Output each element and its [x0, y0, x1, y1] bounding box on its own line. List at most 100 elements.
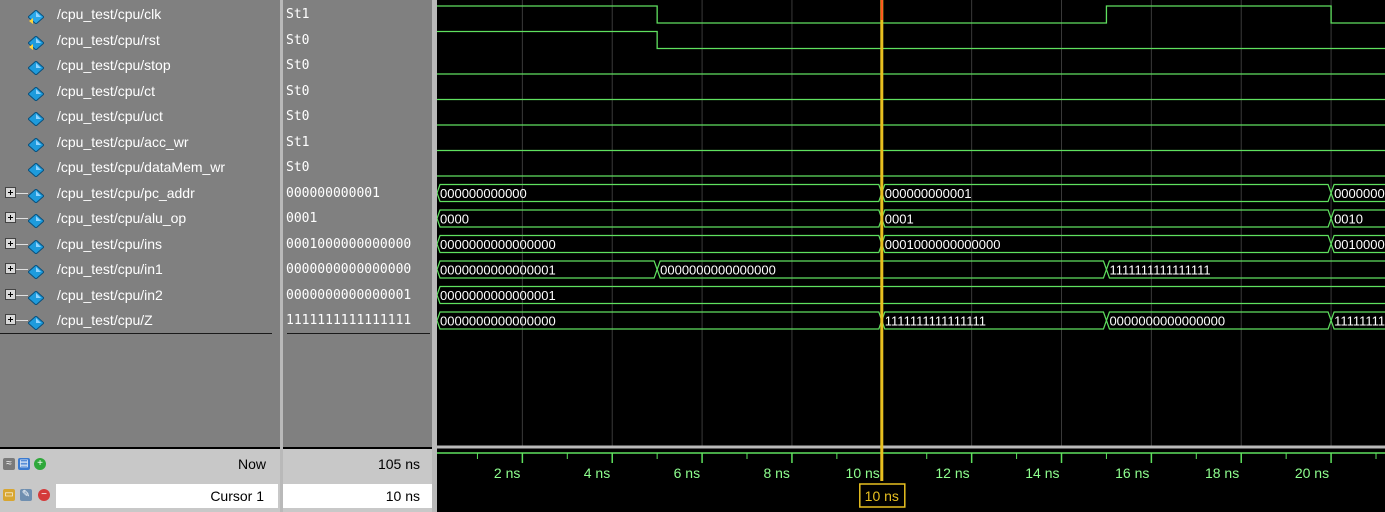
expand-icon[interactable] — [5, 237, 16, 249]
signal-row[interactable]: /cpu_test/cpu/in1 — [0, 257, 280, 282]
value-row[interactable]: 000000000001 — [283, 181, 432, 206]
signal-value: St1 — [286, 7, 310, 22]
value-row[interactable]: 0000000000000000 — [283, 257, 432, 282]
cursor-toolbar: ≈ ▤ + Now ▭ ✎ − Cursor 1 — [0, 449, 280, 512]
cursor-handle — [880, 0, 883, 20]
signal-name: /cpu_test/cpu/dataMem_wr — [57, 159, 226, 175]
edit-cursor-icon[interactable]: ✎ — [20, 489, 32, 501]
signal-value: St0 — [286, 109, 310, 124]
remove-cursor-icon[interactable]: − — [38, 489, 50, 501]
bus-value-label: 1111111111111111 — [1334, 314, 1385, 329]
signal-row[interactable]: /cpu_test/cpu/pc_addr — [0, 181, 280, 206]
signal-icon — [27, 263, 45, 280]
signal-value: 0001 — [286, 211, 318, 226]
bus-value-label: 000000000000 — [440, 186, 527, 201]
tree-branch — [16, 218, 28, 219]
signal-value: St0 — [286, 32, 310, 48]
tree-branch — [16, 320, 28, 321]
waveform-canvas[interactable]: 0000000000000000000000010000000000100000… — [437, 0, 1385, 512]
signal-clk-icon — [27, 8, 45, 25]
value-row[interactable]: 0000000000000001 — [283, 283, 432, 308]
lock-cursor-icon[interactable]: ▭ — [3, 489, 15, 501]
signal-icon — [27, 110, 45, 127]
cursor-value: 10 ns — [385, 488, 420, 504]
expand-icon[interactable] — [5, 212, 16, 223]
signal-icon — [27, 59, 45, 76]
signal-row[interactable]: /cpu_test/cpu/in2 — [0, 283, 280, 308]
tree-branch — [16, 243, 28, 245]
bus-value-label: 0010 — [1334, 212, 1363, 227]
axis-tick-label: 6 ns — [674, 465, 700, 481]
tree-branch — [16, 192, 28, 194]
axis-tick-label: 10 ns — [846, 465, 880, 481]
value-row[interactable]: St1 — [283, 2, 432, 27]
signal-row[interactable]: /cpu_test/cpu/uct — [0, 104, 280, 129]
signal-row[interactable]: /cpu_test/cpu/rst — [0, 28, 280, 53]
signal-icon — [27, 161, 45, 178]
signal-row[interactable]: /cpu_test/cpu/stop — [0, 53, 280, 78]
cursor-strip — [437, 482, 1385, 512]
now-row: ≈ ▤ + Now — [0, 449, 280, 480]
expand-icon[interactable] — [5, 314, 16, 325]
signal-icon — [27, 238, 45, 255]
bus-value-label: 0010000000000000 — [1334, 237, 1385, 252]
signal-row[interactable]: /cpu_test/cpu/ct — [0, 79, 280, 104]
signal-value: 0000000000000001 — [286, 287, 412, 303]
bus-value-label: 0001000000000000 — [885, 237, 1001, 252]
now-label: Now — [237, 456, 266, 472]
add-cursor-icon[interactable]: + — [34, 458, 46, 470]
signal-icon — [27, 85, 45, 102]
tree-branch — [16, 269, 28, 270]
signal-row[interactable]: /cpu_test/cpu/Z — [0, 308, 280, 333]
signal-row[interactable]: /cpu_test/cpu/dataMem_wr — [0, 155, 280, 180]
cursor-row: ▭ ✎ − Cursor 1 — [0, 480, 280, 511]
signal-name: /cpu_test/cpu/pc_addr — [57, 184, 195, 201]
bus-value-label: 0001 — [885, 212, 914, 227]
add-wave-icon[interactable]: ≈ — [3, 458, 15, 470]
signal-value: 0001000000000000 — [286, 236, 412, 252]
value-row[interactable]: St0 — [283, 79, 432, 104]
signal-icon — [27, 187, 45, 204]
value-row[interactable]: St0 — [283, 53, 432, 78]
expand-icon[interactable] — [5, 263, 16, 274]
zoom-full-icon[interactable]: ▤ — [18, 458, 30, 470]
now-value: 105 ns — [377, 456, 420, 472]
axis-tick-label: 20 ns — [1295, 465, 1329, 481]
bus-value-label: 1111111111111111 — [885, 314, 986, 329]
signal-name: /cpu_test/cpu/clk — [57, 6, 162, 22]
cursor-value-field[interactable]: 10 ns — [283, 484, 432, 508]
signal-name: /cpu_test/cpu/uct — [57, 108, 163, 124]
signal-row[interactable]: /cpu_test/cpu/acc_wr — [0, 130, 280, 155]
signal-icon — [27, 136, 45, 153]
signal-name: /cpu_test/cpu/rst — [57, 31, 160, 48]
expand-icon[interactable] — [5, 288, 16, 300]
bus-value-label: 0000000000000000 — [440, 314, 556, 329]
value-row[interactable]: St0 — [283, 28, 432, 53]
value-row[interactable]: 0001000000000000 — [283, 232, 432, 257]
signal-name: /cpu_test/cpu/in2 — [57, 286, 163, 303]
signal-row[interactable]: /cpu_test/cpu/alu_op — [0, 206, 280, 231]
signal-name: /cpu_test/cpu/ins — [57, 235, 163, 252]
bus-value-label: 000000000010 — [1334, 186, 1385, 201]
value-row[interactable]: St0 — [283, 155, 432, 180]
signal-value: St0 — [286, 58, 310, 73]
value-row[interactable]: St1 — [283, 130, 432, 155]
signal-rst-icon — [27, 34, 45, 51]
signal-value: 0000000000000000 — [286, 262, 412, 277]
signal-icon — [27, 212, 45, 229]
signal-row[interactable]: /cpu_test/cpu/clk — [0, 2, 280, 27]
axis-tick-label: 4 ns — [584, 465, 610, 481]
value-row[interactable]: 0001 — [283, 206, 432, 231]
axis-tick-label: 2 ns — [494, 465, 520, 481]
now-value-row: 105 ns — [283, 449, 432, 480]
signal-value: St0 — [286, 160, 310, 175]
signal-row[interactable]: /cpu_test/cpu/ins — [0, 232, 280, 257]
cursor-values: 105 ns 10 ns — [283, 449, 432, 512]
cursor-label: Cursor 1 — [210, 488, 264, 504]
value-row[interactable]: 1111111111111111 — [283, 308, 432, 333]
value-row[interactable]: St0 — [283, 104, 432, 129]
expand-icon[interactable] — [5, 186, 16, 198]
signal-name: /cpu_test/cpu/in1 — [57, 261, 163, 277]
cursor-name-field[interactable]: Cursor 1 — [56, 484, 278, 508]
bus-value-label: 0000 — [440, 212, 469, 227]
